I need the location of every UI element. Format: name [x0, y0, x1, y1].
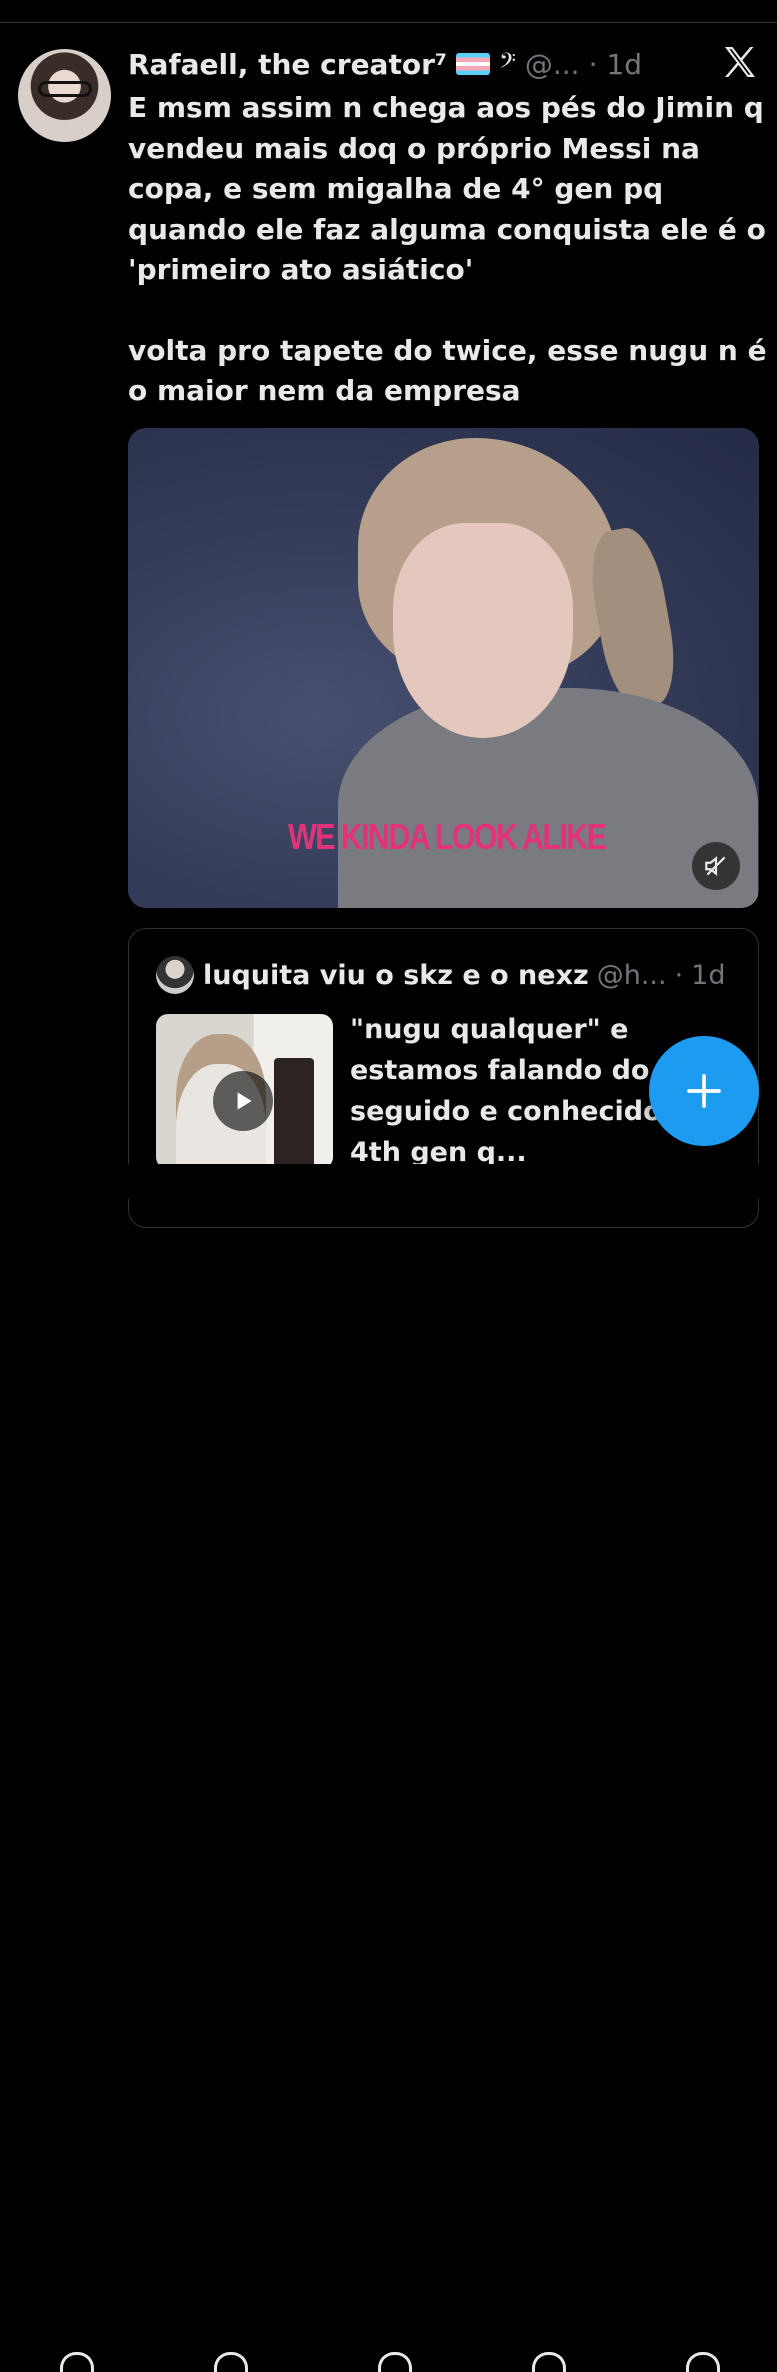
- tweet-text: E msm assim n chega aos pés do Jimin q v…: [128, 88, 768, 412]
- tweet-paragraph: volta pro tapete do twice, esse nugu n é…: [128, 333, 767, 408]
- quote-timestamp: 1d: [691, 959, 726, 991]
- grok-icon[interactable]: [378, 2352, 412, 2372]
- home-icon[interactable]: [60, 2352, 94, 2372]
- quote-handle: @h...: [596, 959, 667, 991]
- quote-display-name: luquita viu o skz e o nexz: [203, 959, 589, 991]
- author-display-name[interactable]: Rafaell, the creator⁷: [128, 48, 447, 81]
- x-logo-icon[interactable]: [722, 44, 758, 80]
- author-avatar[interactable]: [18, 49, 111, 142]
- tweet-paragraph: E msm assim n chega aos pés do Jimin q v…: [128, 91, 766, 286]
- quote-header: luquita viu o skz e o nexz @h... · 1d: [203, 955, 726, 995]
- tweet-video[interactable]: WE KINDA LOOK ALIKE: [128, 428, 759, 908]
- top-divider: [0, 22, 777, 23]
- bottom-nav-bar: [0, 1164, 777, 2372]
- speaker-muted-icon: [705, 856, 726, 876]
- thumbnail-chair: [274, 1058, 314, 1169]
- bass-clef-icon: 𝄢: [499, 48, 516, 79]
- video-figure-face: [393, 523, 573, 738]
- tweet-header: Rafaell, the creator⁷ 𝄢 @... · 1d: [128, 44, 642, 84]
- messages-icon[interactable]: [686, 2352, 720, 2372]
- notifications-icon[interactable]: [532, 2352, 566, 2372]
- mute-button[interactable]: [692, 842, 740, 890]
- search-icon[interactable]: [214, 2352, 248, 2372]
- avatar-glasses: [38, 81, 92, 97]
- quote-separator-dot: ·: [674, 959, 684, 991]
- compose-button[interactable]: [649, 1036, 759, 1146]
- quote-author-avatar: [156, 956, 194, 994]
- trans-flag-icon: [456, 53, 491, 75]
- quote-video-thumbnail[interactable]: [156, 1014, 333, 1169]
- play-icon: [237, 1092, 252, 1110]
- author-handle[interactable]: @...: [525, 48, 580, 81]
- video-caption: WE KINDA LOOK ALIKE: [288, 816, 607, 857]
- separator-dot: ·: [588, 47, 598, 81]
- plus-icon: [687, 1074, 721, 1108]
- video-figure-ponytail: [582, 523, 684, 713]
- tweet-timestamp[interactable]: 1d: [606, 48, 642, 81]
- play-button[interactable]: [213, 1071, 273, 1131]
